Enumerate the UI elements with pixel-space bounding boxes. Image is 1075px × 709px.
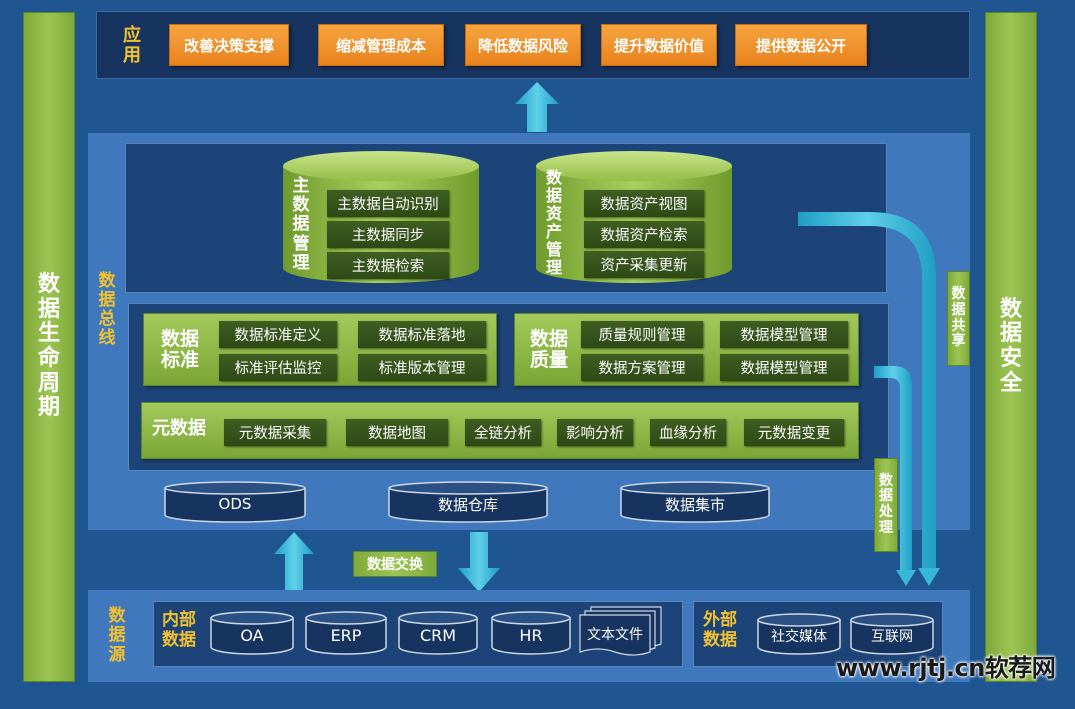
asset-item-update[interactable]: 资产采集更新 [584, 251, 704, 278]
data-standard-box: 数据标准 数据标准定义 数据标准落地 标准评估监控 标准版本管理 [143, 313, 497, 386]
data-standard-title: 数据标准 [160, 327, 199, 371]
app-button-improve-decision[interactable]: 改善决策支撑 [169, 24, 289, 66]
metadata-box: 元数据 元数据采集 数据地图 全链分析 影响分析 血缘分析 元数据变更 [141, 402, 859, 459]
data-process-tag: 数据处理 [874, 458, 898, 552]
management-subpanel [125, 143, 887, 293]
external-data-title: 外部数据 [703, 610, 737, 650]
asset-item-search[interactable]: 数据资产检索 [584, 221, 704, 248]
standard-item-landing[interactable]: 数据标准落地 [358, 321, 486, 348]
source-internet-label[interactable]: 互联网 [850, 622, 934, 650]
metadata-item-map[interactable]: 数据地图 [346, 419, 448, 446]
source-erp-label[interactable]: ERP [305, 621, 387, 649]
lifecycle-bar: 数据生命周期 [23, 12, 75, 682]
metadata-item-lineage[interactable]: 血缘分析 [650, 419, 726, 446]
data-bus-label: 数据总线 [98, 270, 116, 349]
application-label: 应用 [123, 24, 141, 66]
metadata-item-collect[interactable]: 元数据采集 [224, 419, 326, 446]
arrow-up-to-application [515, 82, 559, 132]
source-hr-label[interactable]: HR [491, 621, 571, 649]
data-source-label: 数据源 [108, 606, 126, 665]
source-crm-label[interactable]: CRM [398, 621, 478, 649]
app-button-raise-value[interactable]: 提升数据价值 [601, 24, 717, 66]
master-item-auto-identify[interactable]: 主数据自动识别 [327, 190, 449, 217]
data-exchange-tag: 数据交换 [353, 551, 437, 577]
master-item-search[interactable]: 主数据检索 [327, 252, 449, 279]
standard-item-monitor[interactable]: 标准评估监控 [219, 354, 337, 381]
data-quality-title: 数据质量 [529, 327, 568, 371]
master-item-sync[interactable]: 主数据同步 [327, 221, 449, 248]
watermark: www.rjtj.cn软荐网 [836, 654, 1056, 682]
source-social-label[interactable]: 社交媒体 [757, 622, 841, 650]
arrow-down-to-source [458, 532, 500, 592]
standard-item-version[interactable]: 标准版本管理 [358, 354, 486, 381]
metadata-item-chain[interactable]: 全链分析 [465, 419, 541, 446]
asset-mgmt-title: 数据资产管理 [545, 168, 562, 277]
store-mart-label[interactable]: 数据集市 [620, 490, 770, 518]
standard-item-define[interactable]: 数据标准定义 [219, 321, 337, 348]
source-oa-label[interactable]: OA [210, 621, 294, 649]
quality-item-rules[interactable]: 质量规则管理 [581, 321, 703, 348]
metadata-title: 元数据 [152, 418, 206, 439]
security-label: 数据安全 [999, 296, 1022, 396]
data-share-tag: 数据共享 [947, 271, 970, 366]
security-bar: 数据安全 [985, 12, 1037, 682]
internal-data-title: 内部数据 [162, 610, 196, 650]
share-curved-arrow [798, 212, 940, 586]
app-button-reduce-cost[interactable]: 缩减管理成本 [318, 24, 444, 66]
app-button-open-data[interactable]: 提供数据公开 [735, 24, 867, 66]
master-data-title: 主数据管理 [292, 176, 310, 273]
metadata-item-impact[interactable]: 影响分析 [557, 419, 633, 446]
store-ods-label[interactable]: ODS [164, 490, 306, 518]
arrow-up-to-bus [274, 532, 314, 590]
asset-item-view[interactable]: 数据资产视图 [584, 190, 704, 217]
app-button-lower-risk[interactable]: 降低数据风险 [465, 24, 581, 66]
store-warehouse-label[interactable]: 数据仓库 [388, 490, 548, 518]
source-textfile-label[interactable]: 文本文件 [579, 620, 651, 648]
application-panel: 应用 改善决策支撑 缩减管理成本 降低数据风险 提升数据价值 提供数据公开 [96, 11, 970, 79]
lifecycle-label: 数据生命周期 [37, 272, 60, 421]
quality-item-plan[interactable]: 数据方案管理 [581, 354, 703, 381]
